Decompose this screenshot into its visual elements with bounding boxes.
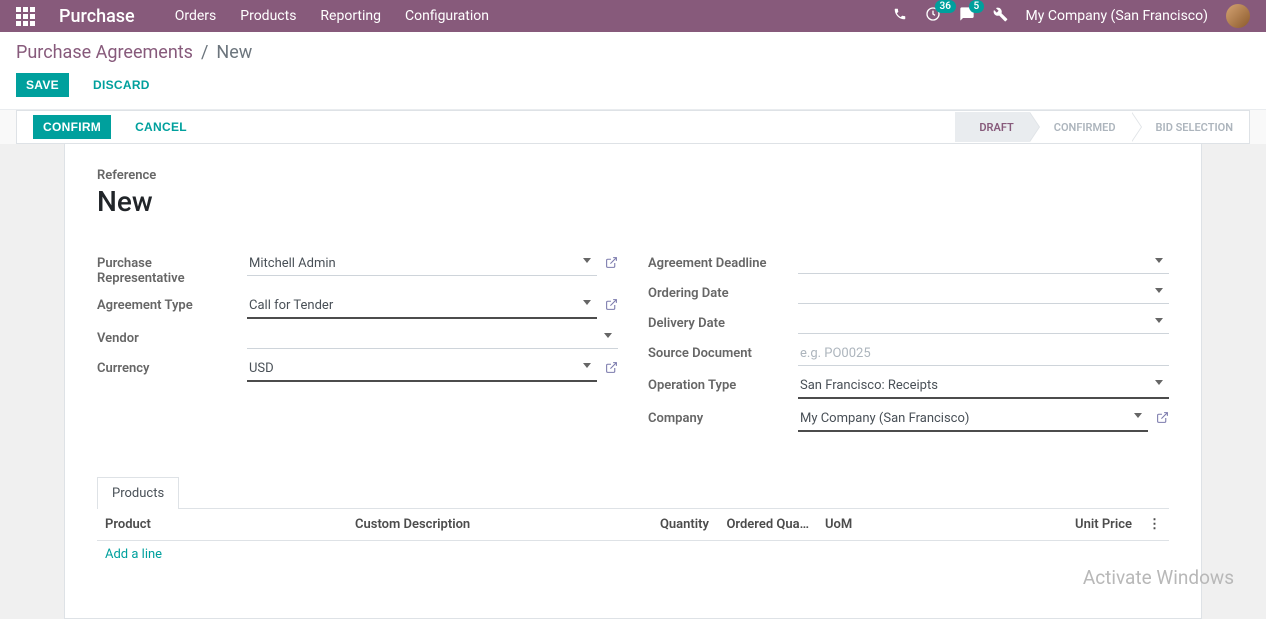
external-link-icon[interactable] [1156, 411, 1169, 428]
add-line-button[interactable]: Add a line [105, 547, 162, 562]
operation-type-field[interactable]: San Francisco: Receipts [798, 374, 1169, 399]
currency-value: USD [249, 361, 274, 376]
messages-badge: 5 [969, 0, 985, 13]
purchase-rep-label: Purchase Representative [97, 248, 247, 290]
tab-products[interactable]: Products [97, 477, 179, 509]
company-label: Company [648, 403, 798, 436]
breadcrumb-sep: / [201, 42, 208, 63]
apps-icon[interactable] [16, 7, 35, 26]
form-sheet: Reference New Purchase Representative Mi… [64, 143, 1202, 619]
currency-field[interactable]: USD [247, 357, 597, 382]
agreement-deadline-label: Agreement Deadline [648, 248, 798, 278]
company-switcher[interactable]: My Company (San Francisco) [1026, 8, 1208, 24]
agreement-type-field[interactable]: Call for Tender [247, 294, 597, 319]
col-ordered-qty[interactable]: Ordered Qua… [717, 509, 817, 541]
table-options-icon[interactable]: ⋮ [1140, 509, 1169, 541]
col-description[interactable]: Custom Description [347, 509, 647, 541]
chevron-down-icon [604, 333, 612, 338]
breadcrumb: Purchase Agreements / New [16, 42, 1250, 63]
status-steps: Draft Confirmed Bid Selection [955, 112, 1249, 142]
activity-badge: 36 [935, 0, 956, 13]
currency-label: Currency [97, 353, 247, 386]
chevron-down-icon [1155, 258, 1163, 263]
confirm-button[interactable]: Confirm [33, 115, 111, 139]
messages-icon[interactable]: 5 [959, 6, 975, 26]
status-bar: Confirm Cancel Draft Confirmed Bid Selec… [16, 110, 1250, 144]
chevron-down-icon [583, 363, 591, 368]
ordering-date-field[interactable] [798, 282, 1169, 304]
purchase-rep-field[interactable]: Mitchell Admin [247, 252, 597, 276]
agreement-type-value: Call for Tender [249, 298, 333, 313]
purchase-rep-value: Mitchell Admin [249, 256, 336, 271]
vendor-label: Vendor [97, 323, 247, 353]
company-value: My Company (San Francisco) [800, 411, 969, 426]
control-panel: Purchase Agreements / New Save Discard [0, 32, 1266, 110]
source-document-label: Source Document [648, 338, 798, 370]
record-title: New [97, 185, 1169, 218]
delivery-date-field[interactable] [798, 312, 1169, 334]
nav-products[interactable]: Products [240, 8, 296, 24]
external-link-icon[interactable] [605, 298, 618, 315]
status-step-bid-selection[interactable]: Bid Selection [1132, 112, 1249, 142]
chevron-down-icon [1155, 318, 1163, 323]
ordering-date-label: Ordering Date [648, 278, 798, 308]
chevron-down-icon [1155, 380, 1163, 385]
app-brand[interactable]: Purchase [59, 6, 135, 27]
agreement-deadline-field[interactable] [798, 252, 1169, 274]
breadcrumb-parent[interactable]: Purchase Agreements [16, 42, 193, 63]
nav-orders[interactable]: Orders [175, 8, 217, 24]
phone-icon[interactable] [893, 7, 907, 25]
top-navbar: Purchase Orders Products Reporting Confi… [0, 0, 1266, 32]
external-link-icon[interactable] [605, 361, 618, 378]
status-step-confirmed[interactable]: Confirmed [1030, 112, 1132, 142]
chevron-down-icon [583, 258, 591, 263]
tabs: Products [97, 476, 1169, 509]
save-button[interactable]: Save [16, 73, 69, 97]
user-avatar[interactable] [1226, 4, 1250, 28]
cancel-button[interactable]: Cancel [125, 115, 197, 139]
col-quantity[interactable]: Quantity [647, 509, 717, 541]
col-unit-price[interactable]: Unit Price [897, 509, 1140, 541]
breadcrumb-current: New [216, 42, 252, 63]
nav-reporting[interactable]: Reporting [320, 8, 381, 24]
chevron-down-icon [583, 300, 591, 305]
agreement-type-label: Agreement Type [97, 290, 247, 323]
source-document-field[interactable]: e.g. PO0025 [798, 342, 1169, 366]
table-row [97, 568, 1169, 594]
activity-icon[interactable]: 36 [925, 6, 941, 26]
col-uom[interactable]: UoM [817, 509, 897, 541]
nav-menu: Orders Products Reporting Configuration [175, 8, 489, 24]
chevron-down-icon [1155, 288, 1163, 293]
vendor-field[interactable] [247, 327, 618, 349]
chevron-down-icon [1134, 413, 1142, 418]
col-product[interactable]: Product [97, 509, 347, 541]
external-link-icon[interactable] [605, 256, 618, 273]
operation-type-value: San Francisco: Receipts [800, 378, 938, 393]
company-field[interactable]: My Company (San Francisco) [798, 407, 1148, 432]
discard-button[interactable]: Discard [83, 73, 160, 97]
products-table: Product Custom Description Quantity Orde… [97, 509, 1169, 594]
nav-configuration[interactable]: Configuration [405, 8, 489, 24]
reference-label: Reference [97, 168, 1169, 183]
tools-icon[interactable] [993, 7, 1008, 26]
status-step-draft[interactable]: Draft [955, 112, 1029, 142]
operation-type-label: Operation Type [648, 370, 798, 403]
delivery-date-label: Delivery Date [648, 308, 798, 338]
